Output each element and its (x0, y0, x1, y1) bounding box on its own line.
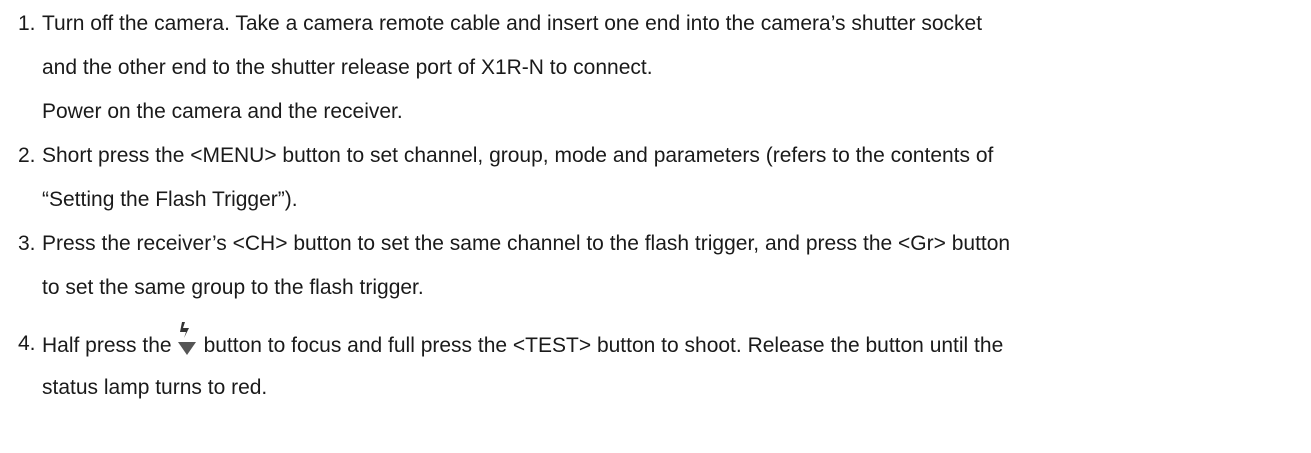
step-line: and the other end to the shutter release… (42, 56, 653, 79)
step-line: Power on the camera and the receiver. (42, 100, 403, 123)
step-line-start: Half press the (42, 334, 172, 357)
step-line: Press the receiver’s <CH> button to set … (42, 232, 1011, 255)
step-number: 3. (18, 232, 36, 255)
flash-focus-icon (176, 322, 198, 372)
step-line-end: button to focus and full press the <TEST… (203, 334, 1004, 357)
step-line: Short press the <MENU> button to set cha… (42, 144, 994, 167)
step-line: Half press the button to focus and full … (42, 322, 1304, 366)
step-number: 2. (18, 144, 36, 167)
step-line: Turn off the camera. Take a camera remot… (42, 12, 983, 35)
step-line: to set the same group to the flash trigg… (42, 276, 424, 299)
step-line: “Setting the Flash Trigger”). (42, 188, 298, 211)
step-text: Press the receiver’s <CH> button to set … (42, 222, 1304, 310)
step-number: 1. (18, 12, 36, 35)
instruction-list: 1. Turn off the camera. Take a camera re… (0, 0, 1311, 453)
step-text: Turn off the camera. Take a camera remot… (42, 2, 1304, 134)
step-number: 4. (18, 332, 36, 355)
step-text: Half press the button to focus and full … (42, 322, 1304, 410)
step-text: Short press the <MENU> button to set cha… (42, 134, 1304, 222)
step-line: status lamp turns to red. (42, 376, 268, 399)
